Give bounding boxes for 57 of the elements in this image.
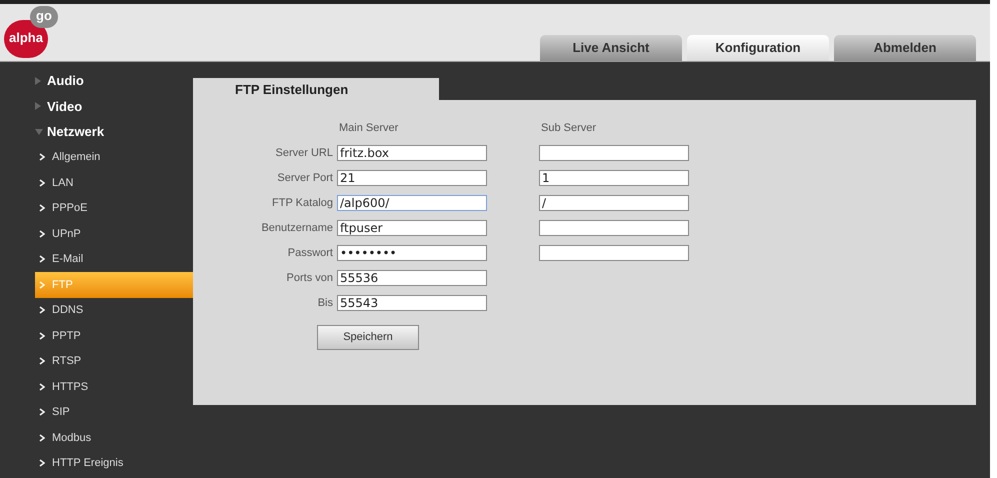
chevron-right-icon xyxy=(39,280,45,289)
field-label: Server URL xyxy=(274,146,333,161)
column-heading: Main Server xyxy=(339,120,400,136)
chevron-right-icon xyxy=(39,459,45,468)
field-label: Server Port xyxy=(276,170,333,186)
collapsed-triangle-icon xyxy=(35,102,41,110)
chevron-right-icon xyxy=(39,306,45,314)
sidebar-item[interactable]: RTSP xyxy=(35,348,193,374)
field-label: Passwort xyxy=(286,246,333,261)
sidebar-item[interactable]: HTTPS xyxy=(35,374,193,400)
collapsed-triangle-icon xyxy=(35,76,41,85)
chevron-right-icon xyxy=(39,178,45,187)
save-button[interactable]: Speichern xyxy=(317,324,419,350)
sidebar-item[interactable]: Video xyxy=(35,94,193,119)
nav-tab[interactable]: Konfiguration xyxy=(687,35,829,61)
field-label: Bis xyxy=(316,296,333,311)
input-field[interactable]: •••••••• xyxy=(337,245,487,261)
sidebar-item[interactable]: E-Mail xyxy=(35,246,193,272)
sidebar-item[interactable]: PPTP xyxy=(35,323,193,348)
sidebar-item[interactable]: Netzwerk xyxy=(35,119,193,144)
sidebar-item[interactable]: Modbus xyxy=(35,425,193,450)
input-field[interactable] xyxy=(539,245,689,261)
sidebar-item[interactable]: SIP xyxy=(35,400,193,425)
chevron-right-icon xyxy=(39,332,45,340)
chevron-right-icon xyxy=(39,434,45,442)
expanded-triangle-icon xyxy=(35,128,43,135)
chevron-right-icon xyxy=(39,153,45,162)
input-field[interactable]: 1 xyxy=(539,170,689,186)
field-label: Ports von xyxy=(286,270,333,286)
input-field[interactable]: 55543 xyxy=(337,295,487,311)
column-heading: Sub Server xyxy=(541,120,598,136)
nav-tab[interactable]: Live Ansicht xyxy=(540,35,682,61)
sidebar-item[interactable]: PPPoE xyxy=(35,196,193,221)
input-field[interactable] xyxy=(539,220,689,236)
chevron-right-icon xyxy=(39,204,45,212)
field-label: FTP Katalog xyxy=(271,196,333,211)
chevron-right-icon xyxy=(39,357,45,366)
chevron-right-icon xyxy=(39,408,45,416)
input-field[interactable]: ftpuser xyxy=(337,220,487,236)
chevron-right-icon xyxy=(39,230,45,238)
chevron-right-icon xyxy=(39,382,45,391)
input-field[interactable]: / xyxy=(539,195,689,211)
sidebar-item[interactable]: DDNS xyxy=(35,298,193,323)
nav-tab[interactable]: Abmelden xyxy=(834,35,976,61)
sidebar-item[interactable]: LAN xyxy=(35,170,193,196)
sidebar-item[interactable]: Audio xyxy=(35,68,193,94)
input-field[interactable]: fritz.box xyxy=(337,145,487,161)
input-field[interactable]: 55536 xyxy=(337,270,487,286)
input-field[interactable] xyxy=(539,145,689,161)
input-field[interactable]: 21 xyxy=(337,170,487,186)
chevron-right-icon xyxy=(39,255,45,264)
input-field[interactable]: /alp600/ xyxy=(337,195,487,211)
sidebar-item[interactable]: Allgemein xyxy=(35,144,193,170)
panel-tab[interactable]: FTP Einstellungen xyxy=(193,78,439,100)
field-label: Benutzername xyxy=(260,220,333,236)
sidebar-item[interactable]: UPnP xyxy=(35,221,193,246)
sidebar-item[interactable]: HTTP Ereignis xyxy=(35,450,193,476)
